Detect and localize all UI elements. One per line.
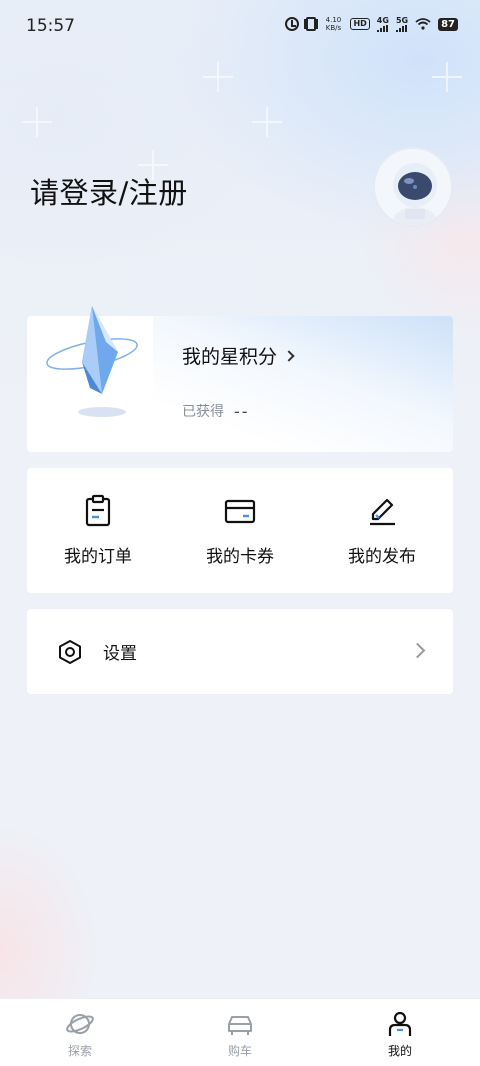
chevron-right-icon <box>283 350 295 362</box>
my-coupons-button[interactable]: 我的卡券 <box>169 468 311 593</box>
hd-icon: HD <box>350 18 370 30</box>
car-icon <box>228 1016 252 1035</box>
star-points-title-label: 我的星积分 <box>182 346 278 368</box>
nav-buy-car-label: 购车 <box>227 1044 252 1058</box>
status-bar: 15:57 4.10 KB/s HD 4G 5G 87 <box>0 0 480 50</box>
gear-icon <box>59 639 81 664</box>
settings-row[interactable]: 设置 <box>27 609 453 694</box>
decorative-cross <box>252 107 282 137</box>
wifi-icon <box>415 18 431 30</box>
planet-icon <box>66 1014 94 1034</box>
bottom-navigation: 探索 购车 我的 <box>0 998 480 1066</box>
nav-explore[interactable]: 探索 <box>0 999 160 1066</box>
nav-mine[interactable]: 我的 <box>320 999 480 1066</box>
crystal-icon <box>46 306 138 417</box>
network-4g-label: 4G <box>376 15 389 25</box>
alarm-icon <box>285 17 300 31</box>
points-earned-label: 已获得 <box>182 404 224 420</box>
clipboard-icon <box>85 494 111 527</box>
status-time: 15:57 <box>26 16 75 36</box>
decorative-cross <box>203 62 233 92</box>
network-4g: 4G <box>376 15 389 32</box>
user-icon <box>388 1011 412 1036</box>
points-earned-value: -- <box>234 401 250 421</box>
my-posts-button[interactable]: 我的发布 <box>311 468 453 593</box>
avatar[interactable] <box>373 147 453 227</box>
network-speed: 4.10 KB/s <box>323 16 343 32</box>
my-posts-label: 我的发布 <box>348 547 416 567</box>
signal-bars-icon <box>395 24 407 32</box>
nav-explore-label: 探索 <box>67 1044 92 1058</box>
star-points-title[interactable]: 我的星积分 <box>182 342 295 369</box>
points-earned-row: 已获得 -- <box>182 401 250 421</box>
login-register-link[interactable]: 请登录/注册 <box>30 170 188 212</box>
nav-mine-label: 我的 <box>387 1044 412 1058</box>
decorative-cross <box>22 107 52 137</box>
signal-bars-icon <box>376 24 388 32</box>
vibrate-icon <box>306 17 317 31</box>
speed-unit: KB/s <box>325 24 342 32</box>
network-5g: 5G <box>395 15 409 32</box>
my-orders-button[interactable]: 我的订单 <box>27 468 169 593</box>
decorative-cross <box>432 62 462 92</box>
settings-label: 设置 <box>103 644 137 664</box>
my-coupons-label: 我的卡券 <box>206 547 274 567</box>
my-orders-label: 我的订单 <box>64 547 132 567</box>
chevron-right-icon <box>409 642 426 659</box>
shortcuts-card: 我的订单 我的卡券 我的发布 <box>27 468 453 593</box>
pencil-icon <box>370 498 395 526</box>
nav-buy-car[interactable]: 购车 <box>160 999 320 1066</box>
network-5g-label: 5G <box>395 15 409 25</box>
battery-indicator: 87 <box>438 17 458 31</box>
card-icon <box>224 499 256 524</box>
card-sheen <box>153 316 453 452</box>
speed-value: 4.10 <box>325 16 342 24</box>
status-icons: 4.10 KB/s HD 4G 5G 87 <box>285 16 458 32</box>
